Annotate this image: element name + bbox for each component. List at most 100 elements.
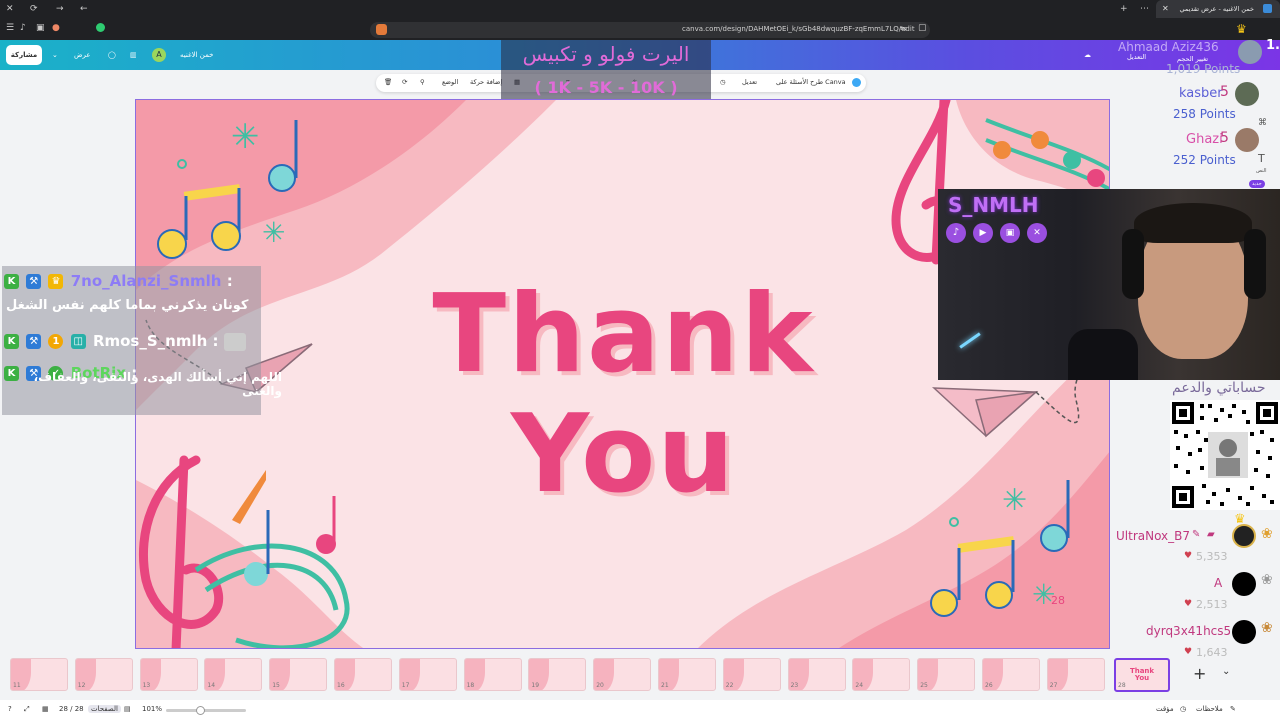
- tiktok-icon[interactable]: ♪: [20, 23, 26, 33]
- text-tool-icon[interactable]: T: [1258, 152, 1265, 165]
- notes-button[interactable]: ملاحظات: [1196, 705, 1223, 713]
- kick-badge-icon: K: [4, 366, 19, 381]
- fullscreen-icon[interactable]: ⤢: [24, 705, 30, 714]
- svg-text:✳: ✳: [262, 216, 285, 249]
- gift-badge-icon: ◫: [70, 334, 86, 349]
- help-icon[interactable]: ?: [8, 705, 12, 713]
- chat-colon: :: [212, 332, 219, 350]
- tab-strip: ✕ ⟳ → ← + ⋯ ✕ خمن الاغنيه - عرض تقديمي: [0, 0, 1280, 18]
- new-tab-icon[interactable]: +: [1120, 4, 1128, 14]
- headphone-right: [1244, 229, 1266, 299]
- thumb-number: 28: [1118, 682, 1126, 689]
- thumbnail[interactable]: 17: [398, 658, 457, 691]
- tool-badge-icon: ⚒: [26, 334, 42, 349]
- delete-icon[interactable]: 🗑: [384, 78, 392, 86]
- more-icon[interactable]: ⋯: [1140, 4, 1149, 14]
- thumbnail[interactable]: 26: [982, 658, 1040, 691]
- zoom-slider[interactable]: [166, 706, 246, 715]
- address-bar[interactable]: canva.com/design/DAHMetOEi_k/sGb48dwquzB…: [370, 22, 930, 38]
- edit-button[interactable]: تعديل: [742, 78, 757, 86]
- leaderboard-name: kasber: [1179, 86, 1223, 101]
- add-page-button[interactable]: +: [1193, 664, 1206, 683]
- chart-icon[interactable]: ▥: [130, 46, 137, 64]
- thumb-number: 25: [920, 682, 928, 689]
- crown-icon: ♛: [1234, 512, 1246, 527]
- design-title[interactable]: خمن الاغنيه: [180, 46, 214, 64]
- canva-footer: ? ⤢ ▦ 28 / 28 الصفحات ▤ 101% مؤقت ◷ ملاح…: [0, 700, 1280, 720]
- thumbnail[interactable]: 27: [1046, 658, 1105, 691]
- thumbnail[interactable]: 18: [463, 658, 522, 691]
- thumbnail[interactable]: 25: [917, 658, 976, 691]
- qr-code: [1170, 400, 1280, 510]
- page-thumbnails: 11 12 13 14 15 16 17 18 19 20 21 22 23 24 25 26 27 Thank…: [0, 654, 1280, 696]
- thumbnail[interactable]: 20: [593, 658, 652, 691]
- paint-icon[interactable]: ⚲: [420, 78, 425, 86]
- apps-icon[interactable]: ⌘: [1258, 118, 1267, 128]
- timer-button[interactable]: مؤقت: [1156, 705, 1174, 713]
- browser-tab-active[interactable]: ✕ خمن الاغنيه - عرض تقديمي: [1156, 0, 1280, 18]
- heart-icon: ♥: [1184, 551, 1193, 561]
- rotate-icon[interactable]: ⟳: [402, 78, 407, 86]
- pages-button[interactable]: الصفحات: [88, 705, 121, 713]
- tab-title: خمن الاغنيه - عرض تقديمي: [1179, 5, 1254, 13]
- extension-flame-icon[interactable]: ●: [52, 23, 60, 33]
- tab-close-icon[interactable]: ✕: [1162, 4, 1169, 13]
- thumbnail[interactable]: 23: [787, 658, 846, 691]
- rank-badge-icon: 1: [48, 334, 64, 349]
- position-button[interactable]: الوضع: [442, 78, 458, 86]
- share-button[interactable]: مشاركة: [6, 45, 42, 65]
- zoom-slider-handle[interactable]: [196, 706, 205, 715]
- thumb-number: 27: [1049, 682, 1058, 689]
- grid-view-icon[interactable]: ▦: [42, 705, 49, 713]
- avatar: [1238, 40, 1262, 64]
- chevron-down-icon[interactable]: ⌄: [1222, 666, 1230, 677]
- thumbnail[interactable]: 19: [528, 658, 587, 691]
- timer-icon[interactable]: ◷: [1180, 705, 1186, 713]
- twitch-icon: ▣: [1000, 223, 1020, 243]
- leaderboard-points: 258 Points: [1173, 107, 1236, 121]
- chat-colon: :: [226, 272, 233, 290]
- thumbnail[interactable]: 15: [269, 658, 328, 691]
- extension-icon[interactable]: ▣: [36, 23, 45, 33]
- text-tool-label: النص: [1256, 168, 1267, 174]
- thumb-number: 26: [985, 682, 993, 689]
- thumbnail[interactable]: 22: [722, 658, 781, 691]
- leaderboard-rank: 5: [1220, 84, 1229, 100]
- comment-icon[interactable]: ◯: [108, 46, 116, 64]
- thumb-number: 19: [531, 682, 540, 689]
- back-icon[interactable]: ←: [80, 4, 88, 14]
- thumbnail[interactable]: 11: [10, 658, 68, 691]
- avatar[interactable]: A: [152, 48, 166, 62]
- refresh-icon[interactable]: ⟳: [30, 4, 38, 14]
- chat-username: Rmos_S_nmlh: [92, 332, 208, 350]
- menu-icon[interactable]: ☰: [6, 23, 14, 33]
- tool-badge-icon: ⚒: [26, 274, 42, 289]
- clock-icon[interactable]: ◷: [720, 78, 726, 86]
- cloud-save-icon[interactable]: ☁: [1084, 46, 1091, 64]
- bookmark-icon[interactable]: ▢: [918, 23, 927, 33]
- thumbnail-active[interactable]: Thank You 28: [1114, 658, 1170, 692]
- ask-canva-button[interactable]: طرح الأسئلة على Canva: [776, 78, 846, 86]
- tune-icon[interactable]: ⇋: [900, 24, 907, 33]
- present-button[interactable]: عرض: [74, 46, 91, 64]
- slide-title-line-2[interactable]: You: [136, 400, 1109, 510]
- thumbnail[interactable]: 16: [334, 658, 392, 691]
- thumbnail[interactable]: 14: [204, 658, 263, 691]
- microphone: [1068, 329, 1138, 380]
- chat-message-header: K ⚒ ♛ 7no_Alanzi_Snmlh :: [4, 272, 233, 292]
- x-icon: ✕: [1027, 223, 1047, 243]
- thumbnail[interactable]: 21: [658, 658, 716, 691]
- thumbnail[interactable]: 12: [74, 658, 133, 691]
- pages-icon[interactable]: ▤: [124, 705, 131, 713]
- thumb-number: 17: [401, 682, 410, 689]
- thumbnail[interactable]: 13: [139, 658, 198, 691]
- channel-name: S_NMLH: [948, 193, 1039, 217]
- supporter-name: UltraNox_B7: [1116, 529, 1191, 543]
- forward-icon[interactable]: →: [56, 4, 64, 14]
- notes-icon[interactable]: ✎: [1230, 705, 1236, 713]
- avatar: [1232, 524, 1256, 548]
- close-window-icon[interactable]: ✕: [6, 4, 14, 14]
- thumbnail[interactable]: 24: [852, 658, 911, 691]
- chevron-down-icon[interactable]: ⌄: [52, 46, 58, 64]
- add-motion-button[interactable]: إضافة حركة: [470, 78, 502, 86]
